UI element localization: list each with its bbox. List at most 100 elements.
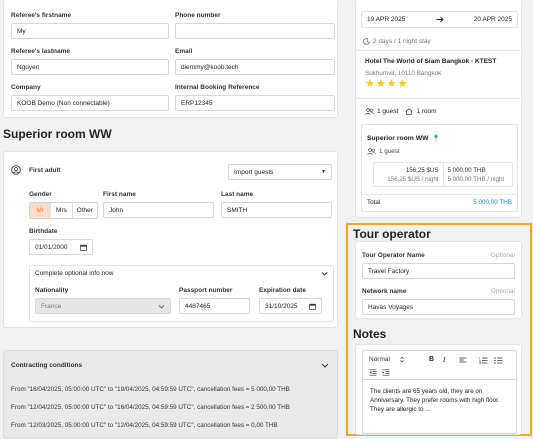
price-thb-col: 5 000,00 THB 5 000,00 THB / night <box>442 163 513 186</box>
birthdate-input[interactable]: 01/01/2000 <box>29 239 93 255</box>
total-value: 5 000,00 THB <box>473 199 512 206</box>
email-input[interactable]: diemmy@koob.tech <box>175 59 335 75</box>
star-icon: ★ <box>386 78 397 90</box>
italic-button[interactable]: I <box>443 356 445 364</box>
phone-input[interactable] <box>175 23 335 39</box>
date-range: 19 APR 2025 20 APR 2025 <box>361 11 518 28</box>
stay-text: 2 days / 1 night stay <box>373 38 431 45</box>
gender-option-mr[interactable]: Mr <box>30 203 51 218</box>
format-select[interactable]: Normal <box>369 356 404 363</box>
internal-ref-input[interactable]: ERP12345 <box>175 95 335 111</box>
referee-firstname-input[interactable]: My <box>11 23 169 39</box>
gender-toggle: Mr Mrs Other <box>29 202 98 219</box>
total-label: Total <box>367 199 381 206</box>
bold-button[interactable]: B <box>429 356 434 363</box>
stay-row: 2 days / 1 night stay <box>363 38 431 45</box>
date-from: 19 APR 2025 <box>367 16 406 23</box>
outdent-icon[interactable] <box>369 369 377 376</box>
bullet-list-icon[interactable] <box>494 357 503 364</box>
nationality-label: Nationality <box>35 287 69 294</box>
room-summary-title-row: Superior room WW <box>367 134 439 142</box>
lastname-input[interactable]: SMITH <box>221 202 332 218</box>
arrow-right-icon <box>436 16 444 23</box>
price-thb-night: 5 000,00 THB / night <box>447 176 505 183</box>
date-to: 20 APR 2025 <box>473 16 512 23</box>
contracting-line: From "16/04/2025, 05:00:00 UTC" to "19/0… <box>11 386 290 393</box>
price-usd-col: 156,25 $US 156,25 $US / night <box>374 163 443 186</box>
price-thb: 5 000,00 THB <box>447 167 486 174</box>
gender-option-other[interactable]: Other <box>71 203 97 218</box>
hotel-name: Hotel The World of Siam Bangkok - KTEST <box>365 58 497 65</box>
tour-operator-card: Tour Operator Name Optional Travel Facto… <box>355 241 522 319</box>
tour-operator-name-input[interactable]: Travel Factory <box>362 263 515 279</box>
hotel-address: Sukhumvit, 10110 Bangkok <box>365 70 442 77</box>
summary-card: 19 APR 2025 20 APR 2025 2 days / 1 night… <box>355 0 522 218</box>
align-left-icon[interactable] <box>459 357 467 364</box>
network-name-label: Network name <box>362 288 407 295</box>
referee-card: Referee's firstname My Phone number Refe… <box>3 0 338 118</box>
contracting-line: From "12/04/2025, 05:00:00 UTC" to "16/0… <box>11 404 290 411</box>
updown-icon <box>400 356 404 363</box>
birthdate-label: Birthdate <box>29 228 58 235</box>
birthdate-value: 01/01/2000 <box>35 243 68 251</box>
calendar-icon <box>309 303 316 310</box>
notes-text[interactable]: The clients are 65 years old, they are o… <box>370 387 510 414</box>
chevron-down-icon <box>158 303 165 310</box>
ordered-list-icon[interactable] <box>479 357 488 364</box>
user-circle-icon <box>11 165 21 175</box>
room-guests-count: 1 guest <box>379 148 400 155</box>
email-label: Email <box>175 48 193 55</box>
gender-option-mrs[interactable]: Mrs <box>50 203 71 218</box>
optional-info-toggle[interactable]: Complete optional info now <box>30 266 333 282</box>
internal-ref-label: Internal Booking Reference <box>175 84 260 91</box>
star-icon: ★ <box>375 78 386 90</box>
network-name-input[interactable]: Havas Voyages <box>362 299 515 315</box>
import-guests-label: Import guests <box>234 168 274 176</box>
import-guests-select[interactable]: Import guests ▼ <box>228 164 332 180</box>
optional-info-label: Complete optional info now <box>35 270 114 277</box>
contracting-title: Contracting conditions <box>11 362 83 369</box>
notes-card: Normal B I The clients are 65 years old,… <box>355 344 522 435</box>
nationality-select[interactable]: France <box>35 298 171 314</box>
price-usd: 156,25 $US <box>405 167 439 174</box>
notes-title: Notes <box>353 327 387 341</box>
contracting-panel: Contracting conditions From "16/04/2025,… <box>3 350 338 439</box>
contracting-header[interactable]: Contracting conditions <box>4 351 337 379</box>
optional-info-panel: Complete optional info now Nationality F… <box>29 265 334 322</box>
guests-rooms-row: 1 guest 1 room <box>365 108 437 115</box>
lastname-label: Last name <box>221 191 254 198</box>
nationality-value: France <box>41 302 62 310</box>
company-label: Company <box>11 84 41 91</box>
format-select-value: Normal <box>369 356 390 363</box>
passport-input[interactable]: 4487465 <box>179 298 250 314</box>
users-icon <box>365 108 374 115</box>
room-guests-row: 1 guest <box>367 148 400 155</box>
indent-icon[interactable] <box>382 369 390 376</box>
guests-count: 1 guest <box>377 108 399 115</box>
rooms-count: 1 room <box>416 108 437 115</box>
referee-lastname-label: Referee's lastname <box>11 48 70 55</box>
expiration-input[interactable]: 31/10/2025 <box>259 298 322 314</box>
hotel-stars: ★ ★ ★ ★ <box>365 79 408 90</box>
expiration-label: Expiration date <box>259 287 306 294</box>
notes-editor: Normal B I The clients are 65 years old,… <box>362 350 517 434</box>
firstname-input[interactable]: John <box>103 202 214 218</box>
adult-title: First adult <box>29 167 61 174</box>
room-icon <box>405 108 413 115</box>
room-summary-name: Superior room WW <box>367 134 429 142</box>
company-input[interactable]: KOOB Demo (Non connectable) <box>11 95 169 111</box>
chevron-down-icon <box>321 361 329 369</box>
tour-operator-name-label: Tour Operator Name <box>362 252 425 259</box>
contracting-line: From "12/03/2025, 05:00:00 UTC" to "12/0… <box>11 422 278 429</box>
notes-toolbar: Normal B I <box>363 351 516 380</box>
referee-lastname-input[interactable]: Nguyen <box>11 59 169 75</box>
moon-icon <box>363 38 370 45</box>
guest-card: First adult Import guests ▼ Gender Mr Mr… <box>3 151 338 328</box>
referee-firstname-label: Referee's firstname <box>11 12 72 19</box>
price-usd-night: 156,25 $US / night <box>387 176 439 183</box>
users-icon <box>367 148 376 155</box>
room-title: Superior room WW <box>3 127 112 141</box>
tour-operator-title: Tour operator <box>353 227 431 241</box>
firstname-label: First name <box>103 191 136 198</box>
calendar-icon <box>80 244 87 251</box>
